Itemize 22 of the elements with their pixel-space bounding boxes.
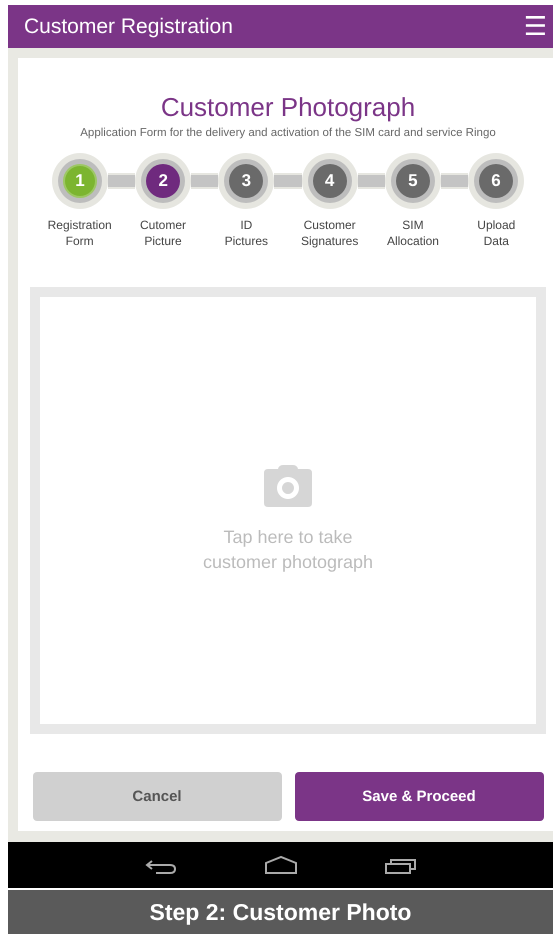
home-icon[interactable] xyxy=(264,855,298,875)
step-number: 6 xyxy=(479,164,514,198)
cancel-button[interactable]: Cancel xyxy=(32,772,282,821)
step-number: 1 xyxy=(63,164,97,198)
step-label: Upload Data xyxy=(477,217,516,249)
step-number: 2 xyxy=(146,164,180,198)
page-subtitle: Application Form for the delivery and activation of the SIM card and service Ringo xyxy=(80,127,496,139)
app-title: Customer Registration xyxy=(24,14,233,38)
step-number: 3 xyxy=(229,164,264,198)
save-button[interactable]: Save & Proceed xyxy=(294,772,544,821)
photo-prompt: Tap here to take customer photograph xyxy=(202,526,374,574)
caption-text: Step 2: Customer Photo xyxy=(8,888,553,934)
step-label: Customer Signatures xyxy=(300,217,358,249)
step-label: ID Pictures xyxy=(224,217,268,249)
step-label: SIM Allocation xyxy=(386,217,439,249)
step-number: 5 xyxy=(396,164,430,198)
menu-button[interactable]: ☰ xyxy=(524,14,547,40)
step-label: Cutomer Picture xyxy=(140,217,186,249)
camera-icon xyxy=(264,464,312,506)
page-title: Customer Photograph xyxy=(160,92,416,123)
step-label: Registration Form xyxy=(48,217,112,249)
step-number: 4 xyxy=(312,164,347,198)
